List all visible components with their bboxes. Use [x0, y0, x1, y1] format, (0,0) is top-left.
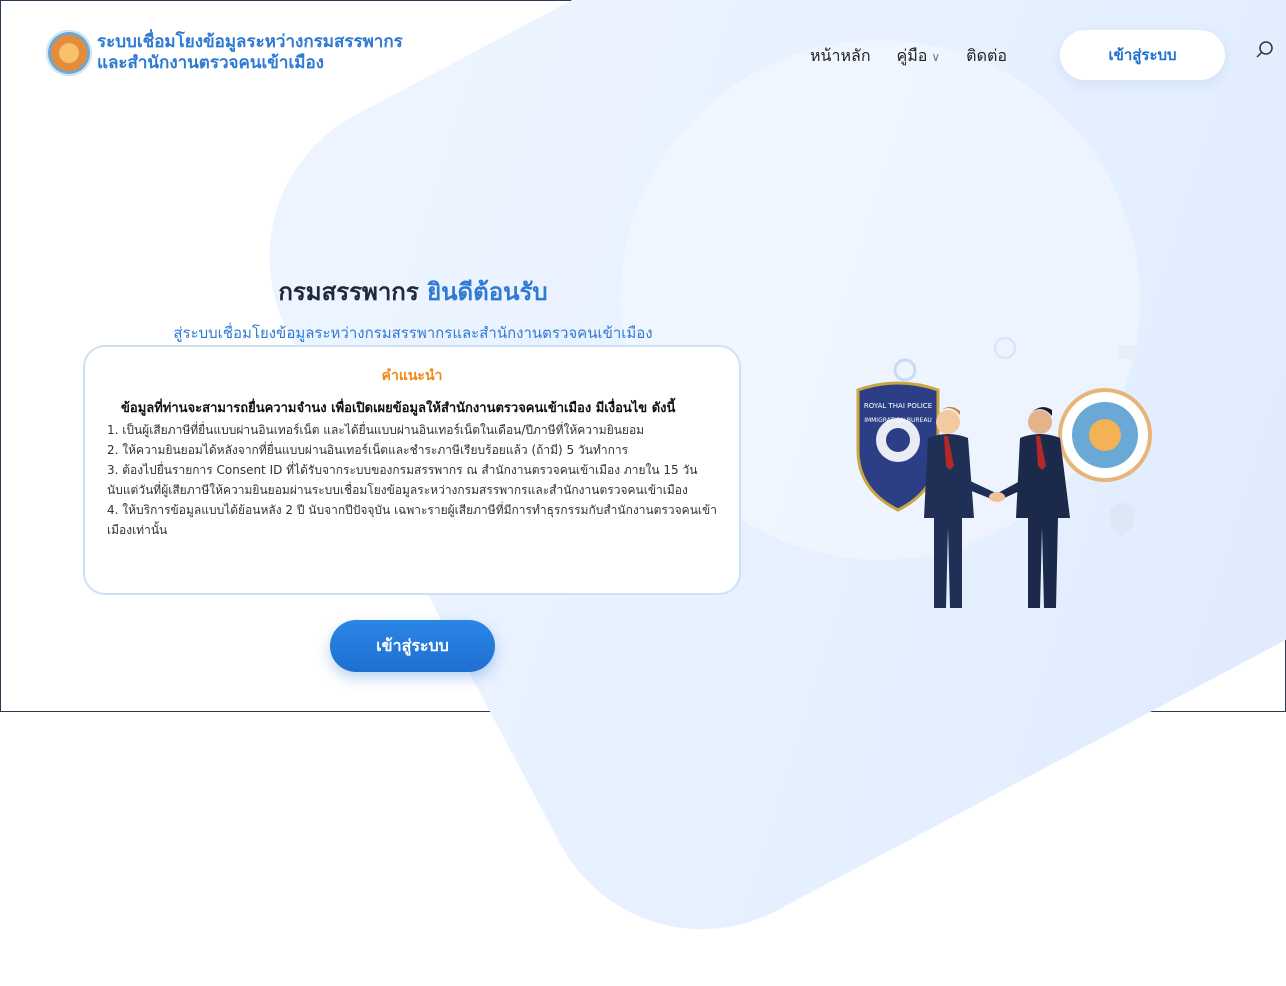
search-icon[interactable]	[1255, 40, 1275, 60]
instructions-card: คำแนะนำ ข้อมูลที่ท่านจะสามารถยื่นความจำน…	[83, 345, 741, 595]
instruction-item: 1. เป็นผู้เสียภาษีที่ยื่นแบบผ่านอินเทอร์…	[107, 423, 645, 437]
shield-icon	[1110, 502, 1134, 536]
handshake-illustration: ROYAL THAI POLICE IMMIGRATION BUREAU	[856, 337, 1152, 608]
instruction-item: 4. ให้บริการข้อมูลแบบได้ย้อนหลัง 2 ปี นั…	[107, 503, 717, 537]
instruction-item: 2. ให้ความยินยอมได้หลังจากที่ยื่นแบบผ่าน…	[107, 443, 629, 457]
welcome-subtitle: สู่ระบบเชื่อมโยงข้อมูลระหว่างกรมสรรพากรแ…	[173, 324, 653, 342]
handshake-hands	[989, 492, 1005, 502]
site-title-line1: ระบบเชื่อมโยงข้อมูลระหว่างกรมสรรพากร	[97, 32, 403, 52]
site-title-line2: และสำนักงานตรวจคนเข้าเมือง	[97, 53, 324, 73]
welcome-section: กรมสรรพากร ยินดีต้อนรับ สู่ระบบเชื่อมโยง…	[0, 272, 826, 345]
nav-manual-label: คู่มือ	[896, 46, 928, 65]
id-card-icon	[1118, 345, 1140, 359]
welcome-title-part1: กรมสรรพากร	[278, 278, 419, 306]
badge-subtext: IMMIGRATION BUREAU	[864, 417, 932, 424]
nav-home[interactable]: หน้าหลัก	[810, 44, 871, 69]
businessman-left	[924, 406, 998, 608]
badge-text: ROYAL THAI POLICE	[864, 402, 932, 410]
instructions-lead: ข้อมูลที่ท่านจะสามารถยื่นความจำนง เพื่อเ…	[121, 401, 676, 416]
header-login-button[interactable]: เข้าสู่ระบบ	[1060, 30, 1225, 80]
revenue-department-logo[interactable]	[46, 30, 92, 76]
welcome-title-part2: ยินดีต้อนรับ	[427, 278, 548, 306]
nav-contact[interactable]: ติดต่อ	[966, 44, 1007, 69]
site-title[interactable]: ระบบเชื่อมโยงข้อมูลระหว่างกรมสรรพากร และ…	[97, 32, 403, 74]
chevron-down-icon: ∨	[931, 50, 941, 64]
welcome-title: กรมสรรพากร ยินดีต้อนรับ	[0, 272, 826, 311]
main-login-button[interactable]: เข้าสู่ระบบ	[330, 620, 495, 672]
instruction-item: 3. ต้องไปยื่นรายการ Consent ID ที่ได้รับ…	[107, 463, 698, 497]
decor-circle-icon	[994, 337, 1016, 359]
revenue-seal-icon	[1058, 388, 1152, 482]
site-header: ระบบเชื่อมโยงข้อมูลระหว่างกรมสรรพากร และ…	[0, 0, 1286, 100]
instructions-title: คำแนะนำ	[381, 368, 443, 384]
main-nav: หน้าหลัก คู่มือ ∨ ติดต่อ	[810, 44, 1007, 69]
nav-manual[interactable]: คู่มือ ∨	[897, 44, 941, 69]
gear-icon	[893, 358, 917, 382]
